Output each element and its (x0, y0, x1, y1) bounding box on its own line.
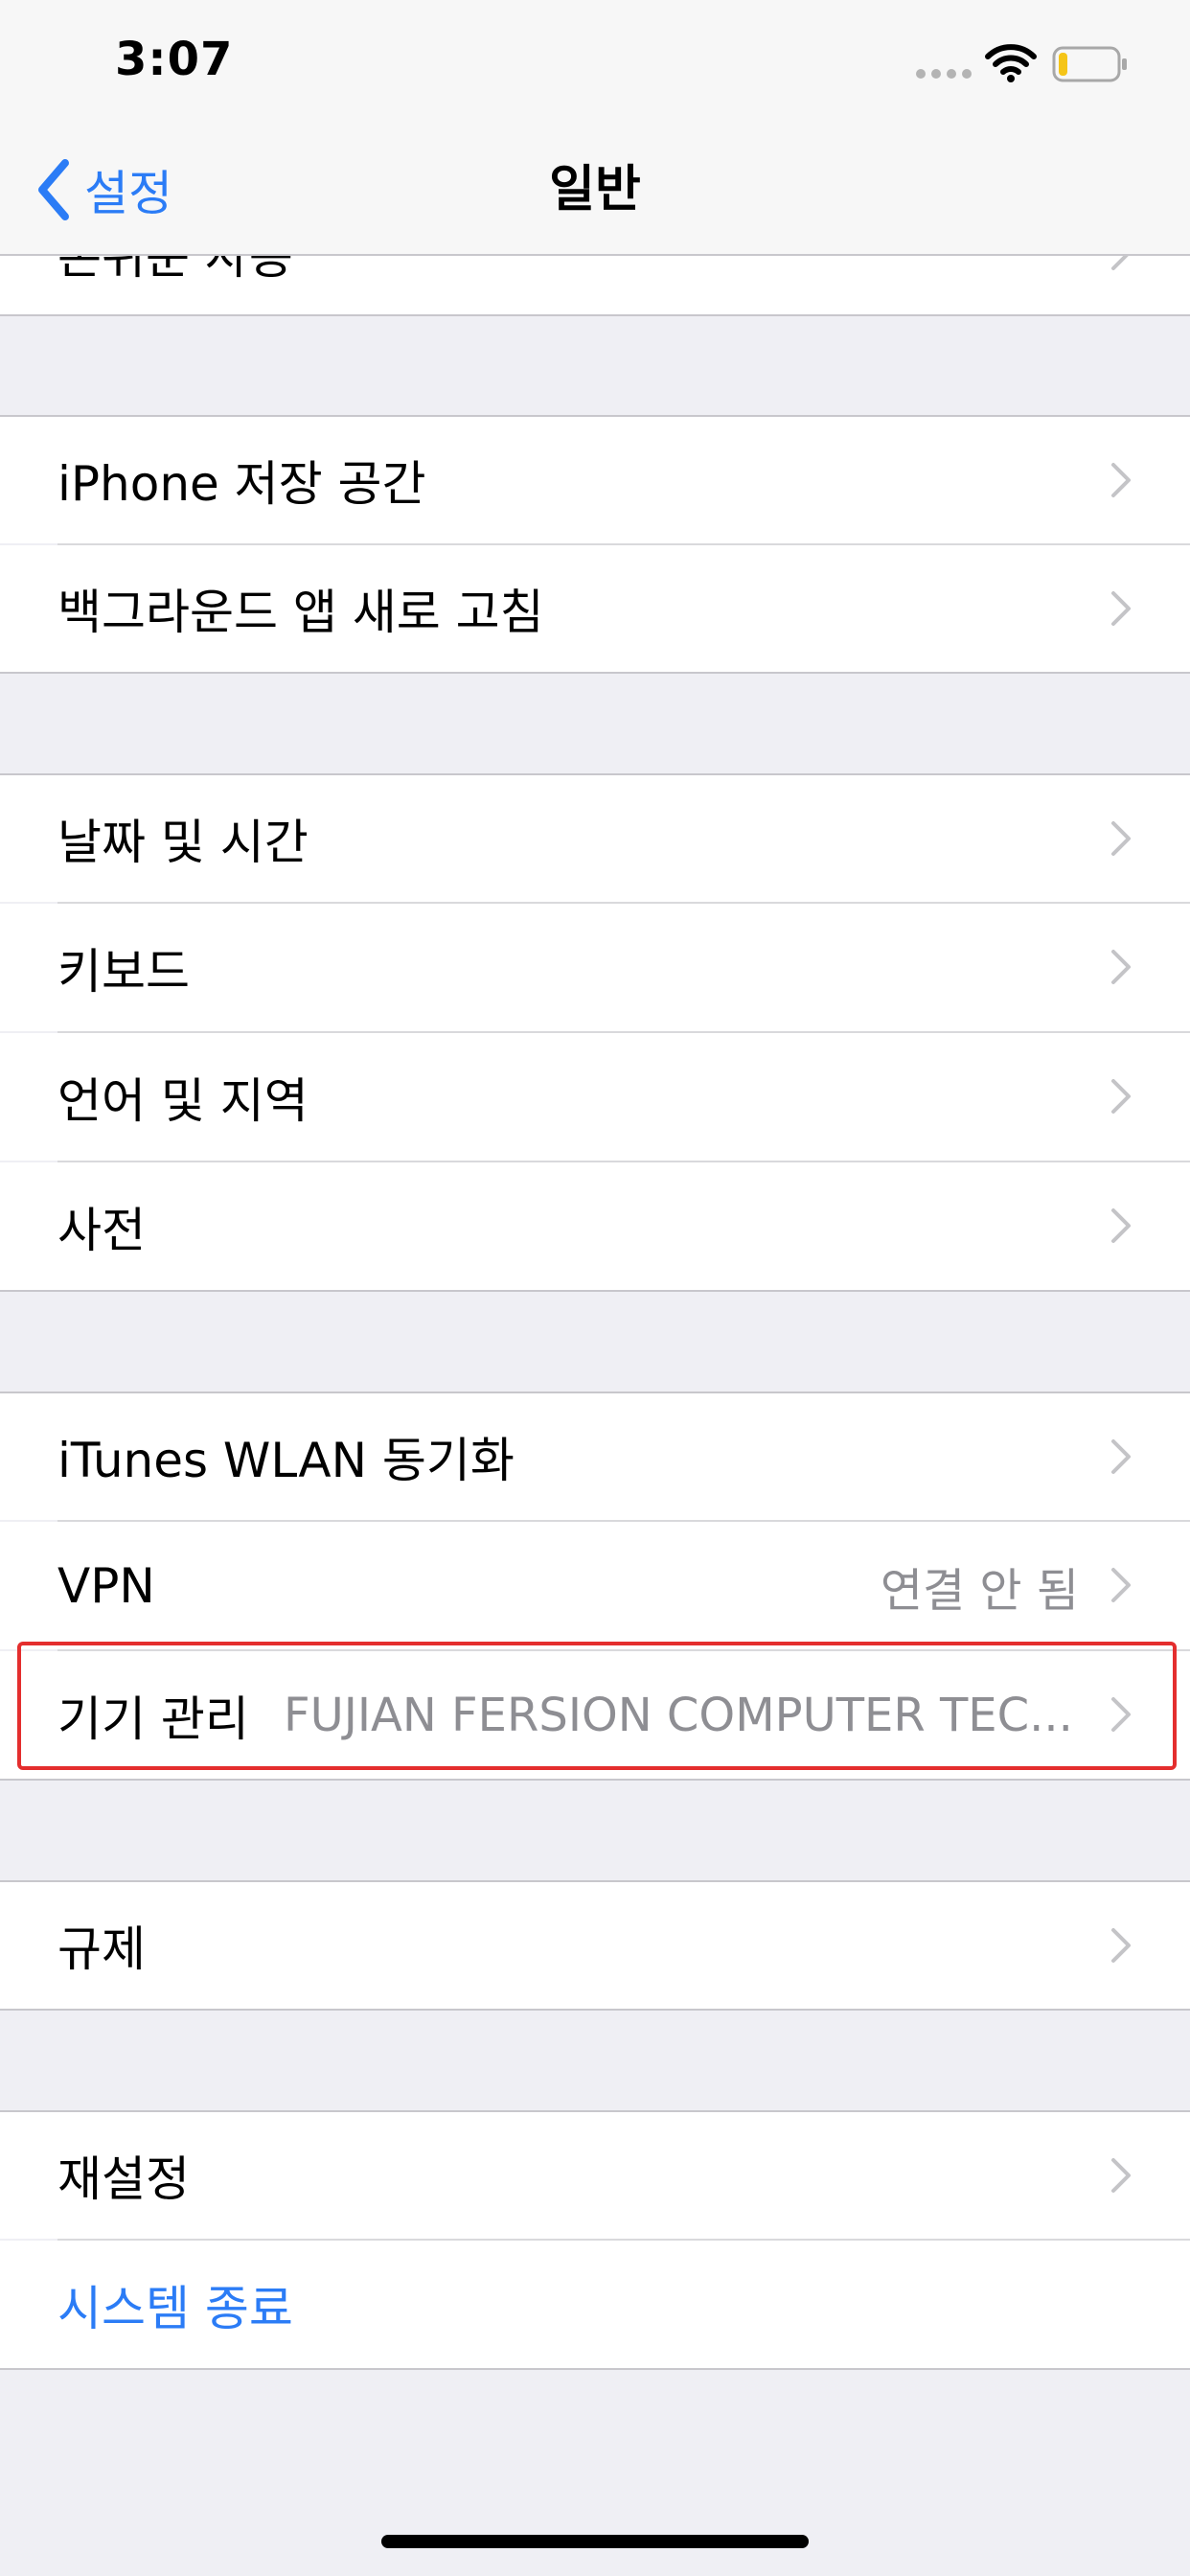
navigation-bar: 3:07 설정 일반 (0, 0, 1190, 256)
chevron-right-icon (1111, 950, 1131, 984)
list-item-label: 백그라운드 앱 새로 고침 (57, 585, 544, 640)
chevron-right-icon (1111, 1568, 1131, 1602)
list-item-reset[interactable]: 재설정 (0, 2112, 1190, 2239)
list-item-background-app-refresh[interactable]: 백그라운드 앱 새로 고침 (0, 545, 1190, 672)
status-time: 3:07 (115, 33, 234, 86)
list-item-device-management[interactable]: 기기 관리 FUJIAN FERSION COMPUTER TEC... (0, 1651, 1190, 1779)
vpn-status-detail: 연결 안 됨 (880, 1563, 1079, 1618)
list-item-iphone-storage[interactable]: iPhone 저장 공간 (0, 417, 1190, 543)
group-divider (0, 2009, 1190, 2011)
list-item-label: 키보드 (57, 943, 190, 1000)
shutdown-button[interactable]: 시스템 종료 (0, 2241, 1190, 2368)
chevron-right-icon (1111, 463, 1131, 497)
chevron-right-icon (1111, 1697, 1131, 1732)
chevron-right-icon (1111, 591, 1131, 626)
list-item-regulatory[interactable]: 규제 (0, 1882, 1190, 2009)
list-item-label: 재설정 (57, 2151, 190, 2207)
group-divider (0, 2368, 1190, 2370)
list-item-label: 기기 관리 (57, 1690, 249, 1747)
device-management-profile-detail: FUJIAN FERSION COMPUTER TEC... (284, 1688, 1073, 1742)
chevron-right-icon (1111, 1079, 1131, 1114)
list-item-label: iPhone 저장 공간 (57, 456, 426, 512)
shutdown-button-label: 시스템 종료 (57, 2280, 293, 2336)
list-item-label: iTunes WLAN 동기화 (57, 1433, 515, 1488)
page-title: 일반 (549, 161, 641, 218)
chevron-right-icon (1111, 1439, 1131, 1474)
list-item-vpn[interactable]: VPN 연결 안 됨 (0, 1522, 1190, 1649)
chevron-right-icon (1111, 821, 1131, 856)
screen: 손쉬운 사용 iPhone 저장 공간 백그라운드 앱 새로 고침 날짜 및 시… (0, 0, 1190, 2576)
group-divider (0, 672, 1190, 674)
list-item-language-region[interactable]: 언어 및 지역 (0, 1033, 1190, 1161)
list-item-itunes-wlan-sync[interactable]: iTunes WLAN 동기화 (0, 1393, 1190, 1520)
list-item-label: VPN (57, 1557, 155, 1614)
list-item-label: 언어 및 지역 (57, 1072, 309, 1129)
cellular-signal-icon (916, 69, 972, 79)
chevron-right-icon (1111, 2158, 1131, 2193)
wifi-icon (985, 44, 1037, 82)
list-item-dictionary[interactable]: 사전 (0, 1162, 1190, 1290)
chevron-right-icon (1111, 1208, 1131, 1243)
group-divider (0, 1290, 1190, 1292)
battery-icon (1052, 46, 1127, 82)
list-item-date-time[interactable]: 날짜 및 시간 (0, 775, 1190, 902)
home-indicator[interactable] (381, 2535, 809, 2548)
chevron-right-icon (1111, 1928, 1131, 1963)
group-divider (0, 314, 1190, 316)
list-item-label: 규제 (57, 1921, 146, 1977)
list-item-keyboard[interactable]: 키보드 (0, 904, 1190, 1031)
group-divider (0, 1779, 1190, 1781)
list-item-label: 사전 (57, 1202, 146, 1258)
list-item-label: 날짜 및 시간 (57, 815, 309, 870)
